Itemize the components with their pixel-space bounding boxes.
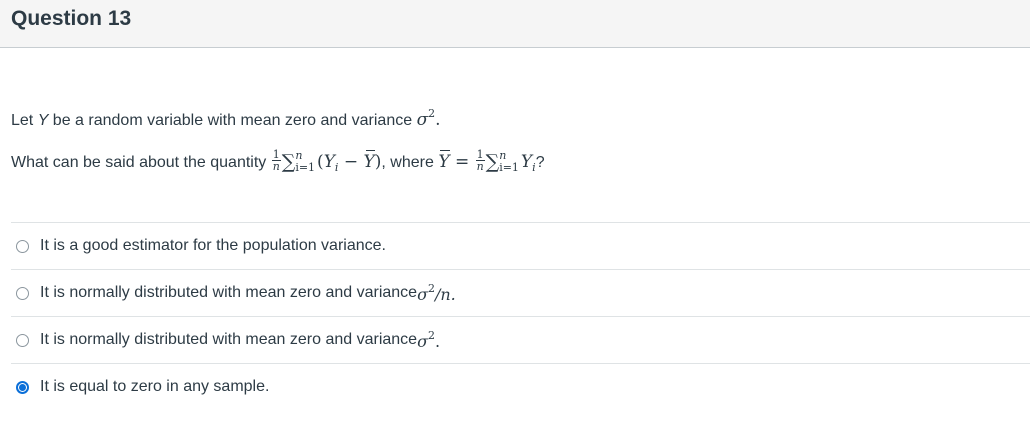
math-quantity: 1 n ∑ n i=1 (Yi − Y) xyxy=(271,148,382,175)
answer-label: It is normally distributed with mean zer… xyxy=(40,331,418,348)
math-mean-definition: Y = 1 n ∑ n i=1 Yi xyxy=(438,148,536,175)
y-bar: Y xyxy=(364,149,375,175)
question-text: What can be said about the quantity xyxy=(11,154,271,171)
answer-list: It is a good estimator for the populatio… xyxy=(11,222,1030,410)
variable-y: Y xyxy=(37,112,49,129)
radio-button[interactable] xyxy=(16,286,29,300)
question-text: Let xyxy=(11,112,38,129)
fraction-one-over-n: 1n xyxy=(475,148,485,173)
math-sigma-squared: σ2. xyxy=(416,107,441,130)
y-bar: Y xyxy=(438,149,450,175)
answer-label: It is a good estimator for the populatio… xyxy=(40,237,386,254)
question-text: , where xyxy=(381,154,439,171)
question-line-1: Let Y be a random variable with mean zer… xyxy=(11,102,441,133)
math-sigma-squared: σ2. xyxy=(417,329,441,351)
math-sigma-squared-over-n: σ2/n. xyxy=(417,282,456,304)
sum-symbol: ∑ xyxy=(281,151,296,173)
question-text: be a random variable with mean zero and … xyxy=(48,112,417,129)
sum-limits: n i=1 xyxy=(295,148,316,174)
sum-limits: n i=1 xyxy=(499,148,519,174)
answer-option-selected[interactable]: It is equal to zero in any sample. xyxy=(11,363,1030,410)
answer-option[interactable]: It is normally distributed with mean zer… xyxy=(11,269,1030,316)
answer-option[interactable]: It is a good estimator for the populatio… xyxy=(11,222,1030,269)
question-header: Question 13 xyxy=(0,0,1030,48)
question-title: Question 13 xyxy=(11,7,132,30)
answer-label: It is normally distributed with mean zer… xyxy=(40,284,418,301)
radio-button-selected[interactable] xyxy=(16,380,29,394)
radio-button[interactable] xyxy=(16,239,29,253)
radio-button[interactable] xyxy=(16,333,29,347)
answer-option[interactable]: It is normally distributed with mean zer… xyxy=(11,316,1030,363)
question-line-2: What can be said about the quantity 1 n ∑ n… xyxy=(11,148,545,181)
answer-label: It is equal to zero in any sample. xyxy=(40,378,270,395)
question-text: ? xyxy=(535,154,545,171)
fraction-one-over-n: 1n xyxy=(271,148,281,173)
sum-symbol: ∑ xyxy=(485,151,500,173)
